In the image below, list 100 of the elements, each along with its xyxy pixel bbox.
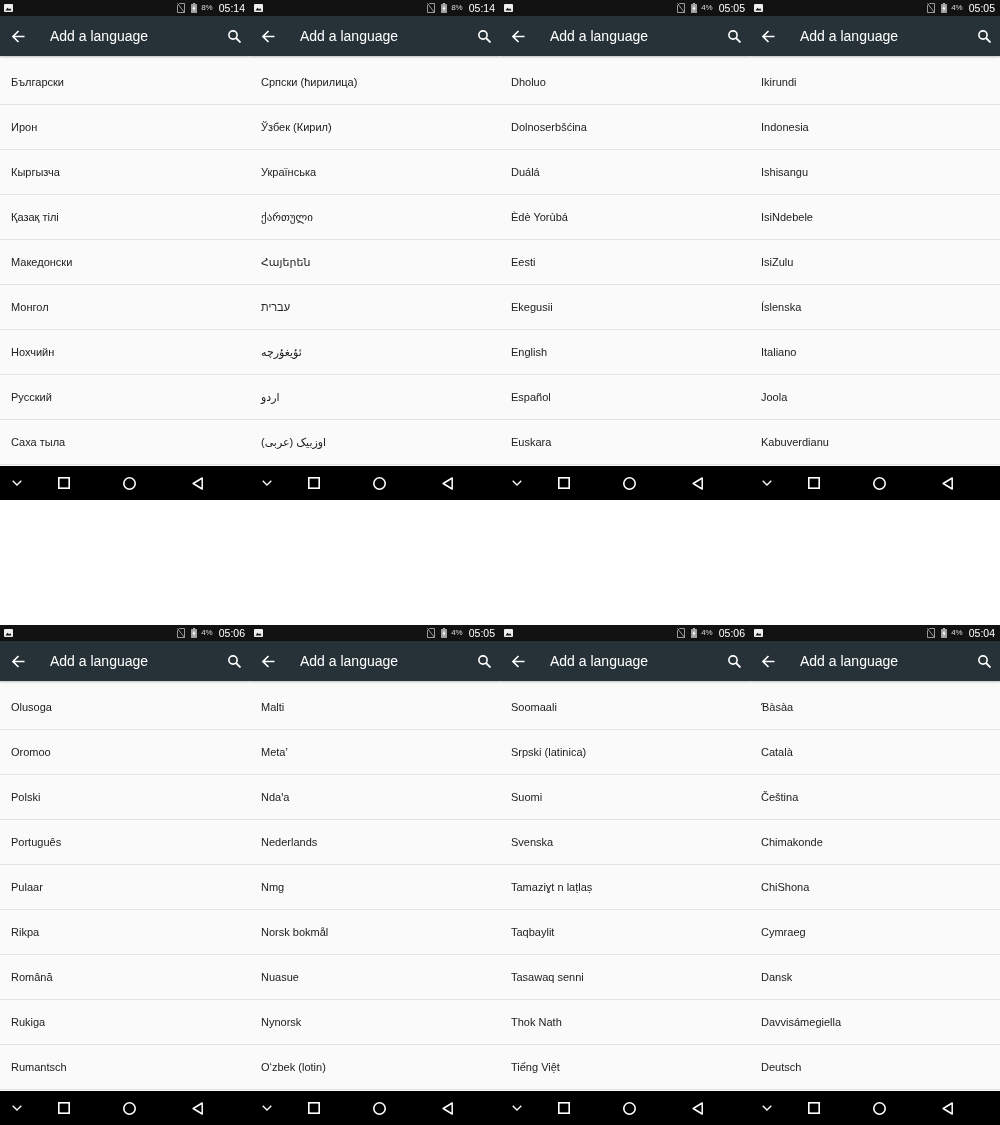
circle-icon[interactable] bbox=[123, 476, 136, 490]
no-sim-icon bbox=[427, 3, 436, 13]
circle-icon[interactable] bbox=[873, 476, 886, 490]
triangle-left-icon[interactable] bbox=[692, 1101, 703, 1115]
square-icon[interactable] bbox=[558, 1102, 570, 1114]
search-icon[interactable] bbox=[228, 654, 241, 668]
charging-battery-icon bbox=[441, 628, 448, 638]
language-item[interactable]: Català bbox=[750, 730, 1000, 775]
screen-title: Add a language bbox=[800, 652, 900, 670]
square-icon[interactable] bbox=[308, 477, 320, 489]
back-arrow-icon[interactable] bbox=[762, 654, 775, 668]
no-sim-icon bbox=[927, 628, 936, 638]
triangle-left-icon[interactable] bbox=[442, 476, 453, 490]
language-item[interactable]: Davvisámegiella bbox=[750, 1000, 1000, 1045]
clock-time: 05:04 bbox=[968, 627, 995, 639]
no-sim-icon bbox=[927, 3, 936, 13]
triangle-left-icon[interactable] bbox=[442, 1101, 453, 1115]
language-item[interactable]: Íslenska bbox=[750, 285, 1000, 330]
chevron-down-icon[interactable] bbox=[762, 480, 772, 486]
chevron-down-icon[interactable] bbox=[262, 480, 272, 486]
search-icon[interactable] bbox=[228, 29, 241, 43]
battery-percent: 4% bbox=[451, 628, 463, 638]
back-arrow-icon[interactable] bbox=[512, 654, 525, 668]
language-item[interactable]: Indonesia bbox=[750, 105, 1000, 150]
picture-icon bbox=[254, 629, 263, 637]
clock-time: 05:14 bbox=[218, 2, 245, 14]
back-arrow-icon[interactable] bbox=[762, 29, 775, 43]
square-icon[interactable] bbox=[58, 477, 70, 489]
back-arrow-icon[interactable] bbox=[12, 654, 25, 668]
chevron-down-icon[interactable] bbox=[512, 1105, 522, 1111]
no-sim-icon bbox=[677, 3, 686, 13]
chevron-down-icon[interactable] bbox=[262, 1105, 272, 1111]
search-icon[interactable] bbox=[728, 29, 741, 43]
language-item[interactable]: Čeština bbox=[750, 775, 1000, 820]
language-item[interactable]: Cymraeg bbox=[750, 910, 1000, 955]
screen-title: Add a language bbox=[300, 652, 400, 670]
language-item[interactable]: Italiano bbox=[750, 330, 1000, 375]
triangle-left-icon[interactable] bbox=[942, 1101, 953, 1115]
picture-icon bbox=[754, 629, 763, 637]
language-item[interactable]: Ɓàsàa bbox=[750, 685, 1000, 730]
clock-time: 05:05 bbox=[718, 2, 745, 14]
triangle-left-icon[interactable] bbox=[692, 476, 703, 490]
circle-icon[interactable] bbox=[373, 1101, 386, 1115]
circle-icon[interactable] bbox=[623, 476, 636, 490]
charging-battery-icon bbox=[191, 628, 198, 638]
triangle-left-icon[interactable] bbox=[942, 476, 953, 490]
screen-title: Add a language bbox=[550, 27, 650, 45]
no-sim-icon bbox=[677, 628, 686, 638]
search-icon[interactable] bbox=[978, 654, 991, 668]
language-item[interactable]: Chimakonde bbox=[750, 820, 1000, 865]
circle-icon[interactable] bbox=[623, 1101, 636, 1115]
chevron-down-icon[interactable] bbox=[12, 480, 22, 486]
language-item[interactable]: IsiNdebele bbox=[750, 195, 1000, 240]
picture-icon bbox=[4, 4, 13, 12]
chevron-down-icon[interactable] bbox=[762, 1105, 772, 1111]
picture-icon bbox=[254, 4, 263, 12]
square-icon[interactable] bbox=[808, 477, 820, 489]
circle-icon[interactable] bbox=[373, 476, 386, 490]
back-arrow-icon[interactable] bbox=[12, 29, 25, 43]
clock-time: 05:05 bbox=[468, 627, 495, 639]
screen-title: Add a language bbox=[300, 27, 400, 45]
language-item[interactable]: Ishisangu bbox=[750, 150, 1000, 195]
search-icon[interactable] bbox=[978, 29, 991, 43]
screen-title: Add a language bbox=[550, 652, 650, 670]
picture-icon bbox=[4, 629, 13, 637]
charging-battery-icon bbox=[691, 628, 698, 638]
picture-icon bbox=[504, 629, 513, 637]
language-item[interactable]: Kabuverdianu bbox=[750, 420, 1000, 465]
back-arrow-icon[interactable] bbox=[262, 29, 275, 43]
picture-icon bbox=[504, 4, 513, 12]
picture-icon bbox=[754, 4, 763, 12]
screen-title: Add a language bbox=[50, 652, 150, 670]
language-item[interactable]: Deutsch bbox=[750, 1045, 1000, 1090]
no-sim-icon bbox=[177, 3, 186, 13]
charging-battery-icon bbox=[941, 628, 948, 638]
square-icon[interactable] bbox=[308, 1102, 320, 1114]
back-arrow-icon[interactable] bbox=[262, 654, 275, 668]
charging-battery-icon bbox=[941, 3, 948, 13]
circle-icon[interactable] bbox=[873, 1101, 886, 1115]
search-icon[interactable] bbox=[478, 654, 491, 668]
triangle-left-icon[interactable] bbox=[192, 1101, 203, 1115]
search-icon[interactable] bbox=[728, 654, 741, 668]
charging-battery-icon bbox=[691, 3, 698, 13]
language-item[interactable]: Dansk bbox=[750, 955, 1000, 1000]
square-icon[interactable] bbox=[58, 1102, 70, 1114]
circle-icon[interactable] bbox=[123, 1101, 136, 1115]
search-icon[interactable] bbox=[478, 29, 491, 43]
chevron-down-icon[interactable] bbox=[512, 480, 522, 486]
chevron-down-icon[interactable] bbox=[12, 1105, 22, 1111]
charging-battery-icon bbox=[441, 3, 448, 13]
language-item[interactable]: Joola bbox=[750, 375, 1000, 420]
square-icon[interactable] bbox=[808, 1102, 820, 1114]
language-item[interactable]: ChiShona bbox=[750, 865, 1000, 910]
language-item[interactable]: IsiZulu bbox=[750, 240, 1000, 285]
battery-percent: 8% bbox=[451, 3, 463, 13]
language-item[interactable]: Ikirundi bbox=[750, 60, 1000, 105]
back-arrow-icon[interactable] bbox=[512, 29, 525, 43]
square-icon[interactable] bbox=[558, 477, 570, 489]
battery-percent: 4% bbox=[201, 628, 213, 638]
triangle-left-icon[interactable] bbox=[192, 476, 203, 490]
